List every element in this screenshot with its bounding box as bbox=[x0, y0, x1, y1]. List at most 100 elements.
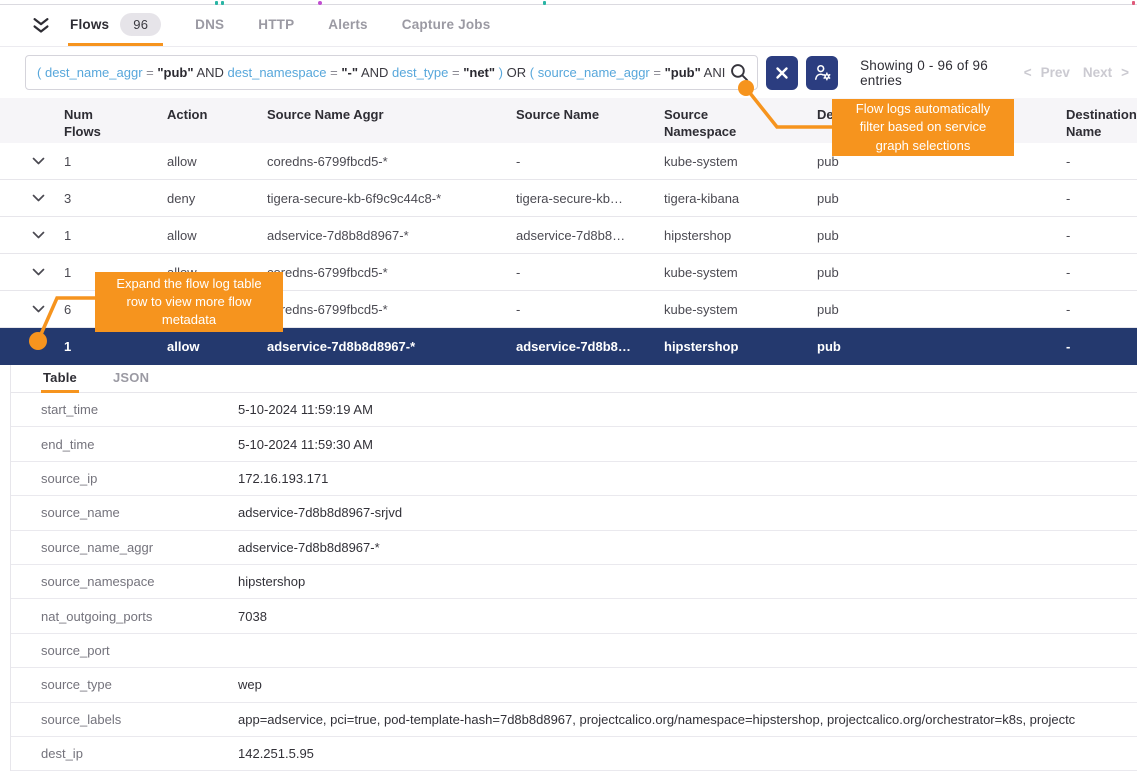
chevron-down-icon bbox=[32, 305, 45, 314]
detail-value: 172.16.193.171 bbox=[238, 471, 1137, 486]
chevron-down-icon bbox=[32, 231, 45, 240]
cell-action: allow bbox=[167, 228, 267, 243]
detail-row: source_port bbox=[11, 634, 1137, 668]
chevron-down-icon bbox=[32, 342, 45, 351]
cell-dest-name-aggr: pub bbox=[817, 228, 1066, 243]
query-token: "pub" bbox=[665, 65, 701, 80]
pagination: < Prev Next > bbox=[1024, 65, 1131, 80]
cell-num-flows: 1 bbox=[64, 228, 167, 243]
cell-source-name: adservice-7d8b8… bbox=[516, 228, 664, 243]
log-type-tab[interactable]: Capture Jobs bbox=[400, 5, 493, 46]
query-token: dest_type bbox=[392, 65, 448, 80]
filter-toolbar: ( dest_name_aggr = "pub" AND dest_namesp… bbox=[0, 47, 1137, 98]
search-button[interactable] bbox=[729, 62, 750, 83]
tab-count-badge: 96 bbox=[120, 13, 161, 36]
detail-tab[interactable]: Table bbox=[41, 370, 79, 393]
collapse-panel-button[interactable] bbox=[30, 15, 52, 37]
cell-source-name-aggr: coredns-6799fbcd5-* bbox=[267, 265, 516, 280]
detail-key: source_ip bbox=[41, 471, 238, 486]
flow-detail-panel: Table JSON start_time 5-10-2024 11:59:19… bbox=[10, 365, 1137, 771]
next-arrow-icon[interactable]: > bbox=[1121, 65, 1129, 80]
cell-source-name: adservice-7d8b8… bbox=[516, 339, 664, 354]
cell-destination-name: - bbox=[1066, 302, 1137, 317]
query-token: = bbox=[653, 65, 664, 80]
detail-row: source_namespace hipstershop bbox=[11, 565, 1137, 599]
flow-table-row[interactable]: 3 deny tigera-secure-kb-6f9c9c44c8-* tig… bbox=[0, 180, 1137, 217]
detail-row: source_name adservice-7d8b8d8967-srjvd bbox=[11, 496, 1137, 530]
expand-row-button[interactable] bbox=[32, 268, 64, 277]
tab-label: Alerts bbox=[328, 17, 367, 32]
close-icon bbox=[775, 66, 789, 80]
detail-value: 5-10-2024 11:59:19 AM bbox=[238, 402, 1137, 417]
flow-table-row[interactable]: 1 allow adservice-7d8b8d8967-* adservice… bbox=[0, 328, 1137, 365]
cell-num-flows: 1 bbox=[64, 339, 167, 354]
prev-arrow-icon[interactable]: < bbox=[1024, 65, 1032, 80]
prev-page-button[interactable]: Prev bbox=[1041, 65, 1070, 80]
cell-num-flows: 3 bbox=[64, 191, 167, 206]
top-edge-remnant-mark bbox=[1132, 1, 1135, 5]
cell-source-namespace: tigera-kibana bbox=[664, 191, 817, 206]
detail-value: hipstershop bbox=[238, 574, 1137, 589]
cell-source-name: - bbox=[516, 265, 664, 280]
detail-key: end_time bbox=[41, 437, 238, 452]
expand-row-button[interactable] bbox=[32, 231, 64, 240]
tab-label: HTTP bbox=[258, 17, 294, 32]
query-token: = bbox=[146, 65, 157, 80]
query-token: dest_namespace bbox=[228, 65, 327, 80]
cell-dest-name-aggr: pub bbox=[817, 302, 1066, 317]
detail-key: start_time bbox=[41, 402, 238, 417]
detail-row: nat_outgoing_ports 7038 bbox=[11, 599, 1137, 633]
detail-row: source_type wep bbox=[11, 668, 1137, 702]
log-type-tab[interactable]: Flows 96 bbox=[68, 5, 163, 46]
query-filter-input[interactable]: ( dest_name_aggr = "pub" AND dest_namesp… bbox=[25, 55, 758, 90]
query-token: AND bbox=[361, 65, 392, 80]
cell-dest-name-aggr: pub bbox=[817, 191, 1066, 206]
cell-source-name: tigera-secure-kb… bbox=[516, 191, 664, 206]
detail-key: source_name bbox=[41, 505, 238, 520]
cell-destination-name: - bbox=[1066, 154, 1137, 169]
top-edge-remnant-mark bbox=[318, 1, 322, 5]
tab-label: Flows bbox=[70, 17, 109, 32]
cell-destination-name: - bbox=[1066, 339, 1137, 354]
flow-table-row[interactable]: 1 allow adservice-7d8b8d8967-* adservice… bbox=[0, 217, 1137, 254]
cell-source-namespace: kube-system bbox=[664, 302, 817, 317]
detail-value: adservice-7d8b8d8967-srjvd bbox=[238, 505, 1137, 520]
expand-row-button[interactable] bbox=[32, 342, 64, 351]
column-settings-button[interactable] bbox=[806, 56, 838, 90]
detail-tabbar: Table JSON bbox=[11, 365, 1137, 393]
chevron-down-icon bbox=[32, 268, 45, 277]
header-source-name-aggr: Source Name Aggr bbox=[267, 98, 516, 143]
double-chevron-down-icon bbox=[30, 15, 52, 37]
cell-destination-name: - bbox=[1066, 228, 1137, 243]
detail-tab[interactable]: JSON bbox=[111, 370, 151, 393]
cell-source-name-aggr: coredns-6799fbcd5-* bbox=[267, 154, 516, 169]
log-type-tab[interactable]: HTTP bbox=[256, 5, 296, 46]
detail-key: source_type bbox=[41, 677, 238, 692]
header-destination-name: Destination Name bbox=[1066, 98, 1137, 143]
tab-label: DNS bbox=[195, 17, 224, 32]
filter-annotation-tooltip: Flow logs automatically filter based on … bbox=[832, 99, 1014, 156]
cell-action: deny bbox=[167, 191, 267, 206]
detail-row: source_name_aggr adservice-7d8b8d8967-* bbox=[11, 531, 1137, 565]
detail-value: wep bbox=[238, 677, 1137, 692]
detail-row: source_labels app=adservice, pci=true, p… bbox=[11, 703, 1137, 737]
cell-action: allow bbox=[167, 339, 267, 354]
log-type-tab[interactable]: Alerts bbox=[326, 5, 369, 46]
top-edge-remnant-mark bbox=[221, 1, 224, 5]
next-page-button[interactable]: Next bbox=[1083, 65, 1112, 80]
header-num-flows: Num Flows bbox=[64, 98, 112, 143]
expand-row-button[interactable] bbox=[32, 305, 64, 314]
expand-row-button[interactable] bbox=[32, 157, 64, 166]
clear-filter-button[interactable] bbox=[766, 56, 798, 90]
top-edge-remnant-mark bbox=[215, 1, 218, 5]
log-type-tab[interactable]: DNS bbox=[193, 5, 226, 46]
query-token: ) bbox=[499, 65, 503, 80]
expand-row-button[interactable] bbox=[32, 194, 64, 203]
detail-value: 7038 bbox=[238, 609, 1137, 624]
cell-source-namespace: kube-system bbox=[664, 154, 817, 169]
detail-row: dest_ip 142.251.5.95 bbox=[11, 737, 1137, 771]
query-token: source_name_aggr bbox=[538, 65, 650, 80]
entries-count-text: Showing 0 - 96 of 96 entries bbox=[860, 58, 1024, 88]
detail-key: dest_ip bbox=[41, 746, 238, 761]
chevron-down-icon bbox=[32, 194, 45, 203]
